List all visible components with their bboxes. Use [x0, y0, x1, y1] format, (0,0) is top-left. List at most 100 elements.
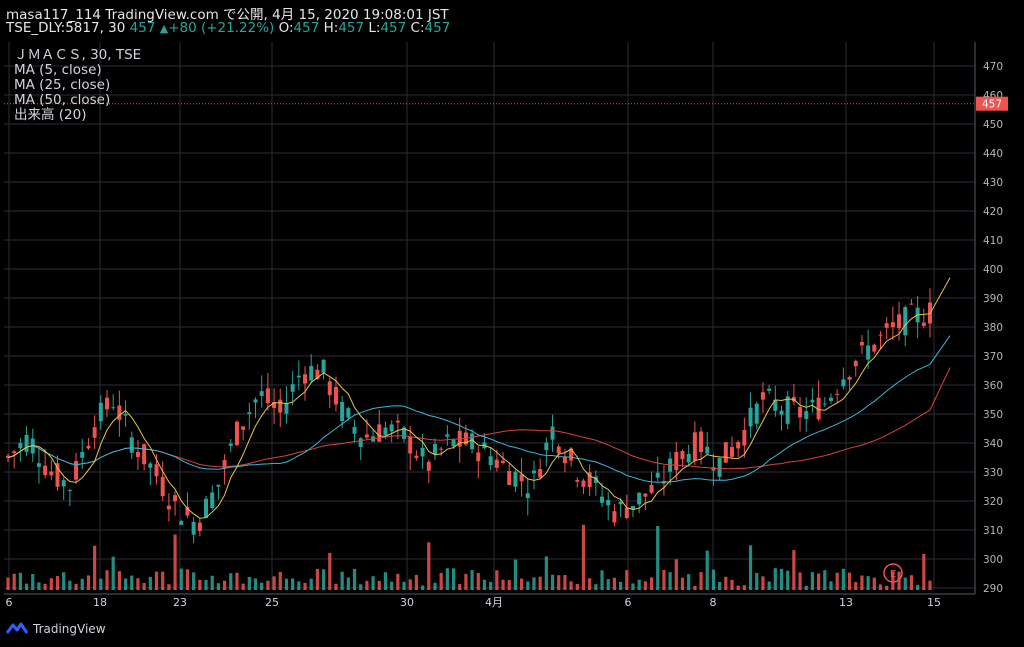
- candle-body: [736, 441, 741, 449]
- volume-bar: [173, 534, 177, 590]
- chart-title: ＪＭＡＣＳ, 30, TSE: [14, 47, 142, 63]
- volume-bar: [383, 572, 388, 590]
- candle-body: [43, 465, 48, 476]
- volume-bar: [37, 582, 41, 590]
- indicator-volume[interactable]: 出来高 (20): [14, 108, 141, 123]
- volume-bar: [340, 571, 344, 590]
- candle-body: [24, 434, 29, 452]
- tradingview-logo-icon: [6, 622, 28, 634]
- event-marker-label: E: [890, 569, 896, 580]
- volume-bar: [222, 580, 227, 590]
- candle-body: [562, 457, 567, 464]
- volume-bar: [612, 577, 617, 590]
- candle-body: [117, 405, 122, 420]
- volume-bar: [495, 570, 499, 590]
- volume-bar: [458, 583, 462, 590]
- candle-body: [340, 402, 345, 421]
- volume-bar: [501, 579, 505, 590]
- candle-body: [872, 344, 877, 352]
- volume-bar: [878, 584, 883, 590]
- volume-bar: [544, 556, 548, 590]
- volume-bar: [724, 576, 728, 590]
- volume-bar: [321, 569, 326, 590]
- volume-bar: [334, 583, 338, 590]
- candle-body: [290, 384, 295, 392]
- price-label: 457: [982, 99, 1002, 111]
- y-tick-label: 390: [983, 293, 1003, 305]
- volume-bar: [18, 572, 22, 590]
- volume-bar: [390, 581, 394, 590]
- candle-body: [86, 445, 91, 449]
- volume-bar: [928, 580, 932, 590]
- x-tick-label: 6: [625, 596, 632, 609]
- volume-bar: [278, 571, 282, 590]
- volume-bar: [247, 576, 251, 590]
- candle-body: [767, 388, 772, 391]
- volume-bar: [6, 577, 10, 590]
- volume-bar: [489, 581, 493, 590]
- candle-body: [61, 480, 66, 487]
- volume-bar: [755, 573, 759, 590]
- volume-bar: [699, 572, 703, 590]
- volume-bar: [922, 553, 926, 590]
- volume-bar: [130, 575, 134, 590]
- volume-bar: [600, 570, 604, 590]
- candle-body: [853, 360, 858, 367]
- volume-bar: [619, 581, 623, 590]
- indicator-list: ＪＭＡＣＳ, 30, TSE MA (5, close) MA (25, clo…: [14, 48, 141, 123]
- price-chart[interactable]: 290 300 310 320 330 340 350 360 370 380 390 400 410 4…: [0, 0, 1024, 647]
- x-tick-label: 18: [93, 596, 107, 609]
- volume-bar: [402, 581, 406, 590]
- candle-body: [74, 460, 79, 480]
- volume-bar: [513, 559, 518, 590]
- y-tick-label: 410: [983, 235, 1003, 247]
- volume-bar: [371, 576, 375, 590]
- candle-body: [847, 377, 852, 380]
- candle-body: [36, 463, 41, 467]
- candle-body: [154, 464, 159, 477]
- candle-body: [123, 413, 128, 416]
- brand-name: TradingView: [33, 622, 106, 636]
- indicator-ma25[interactable]: MA (25, close): [14, 78, 141, 93]
- candle-body: [606, 499, 611, 506]
- candle-body: [210, 492, 215, 509]
- candle-body: [346, 408, 351, 418]
- volume-bar: [860, 575, 864, 590]
- candle-body: [785, 396, 790, 424]
- indicator-ma5[interactable]: MA (5, close): [14, 63, 141, 78]
- candle-body: [173, 495, 178, 502]
- volume-bar: [68, 580, 72, 590]
- volume-bar: [185, 569, 190, 590]
- volume-bar: [80, 578, 84, 590]
- x-tick-label: 8: [710, 596, 717, 609]
- volume-bar: [43, 583, 47, 590]
- volume-bar: [253, 578, 258, 590]
- volume-bar: [445, 568, 449, 590]
- volume-bar: [24, 583, 29, 590]
- candle-body: [798, 406, 803, 418]
- volume-bar: [916, 584, 920, 590]
- volume-bar: [649, 577, 654, 590]
- x-tick-label: 23: [173, 596, 187, 609]
- volume-bar: [303, 582, 307, 590]
- volume-bar: [99, 578, 103, 590]
- volume-bar: [105, 570, 109, 590]
- candle-body: [228, 443, 233, 446]
- volume-bar: [643, 581, 647, 590]
- volume-bar: [854, 582, 858, 590]
- volume-bar: [408, 579, 412, 590]
- y-tick-label: 300: [983, 554, 1003, 566]
- candle-body: [921, 322, 926, 326]
- volume-bar: [476, 572, 480, 590]
- candle-body: [488, 456, 493, 466]
- volume-bar: [538, 576, 542, 590]
- x-tick-label: 4月: [485, 596, 503, 609]
- indicator-ma50[interactable]: MA (50, close): [14, 93, 141, 108]
- footer-brand[interactable]: TradingView: [6, 622, 106, 636]
- volume-bar: [62, 572, 66, 590]
- volume-bar: [507, 580, 511, 590]
- volume-bar: [297, 581, 301, 590]
- volume-bar: [148, 576, 152, 590]
- candle-body: [197, 522, 202, 532]
- volume-bar: [662, 569, 666, 590]
